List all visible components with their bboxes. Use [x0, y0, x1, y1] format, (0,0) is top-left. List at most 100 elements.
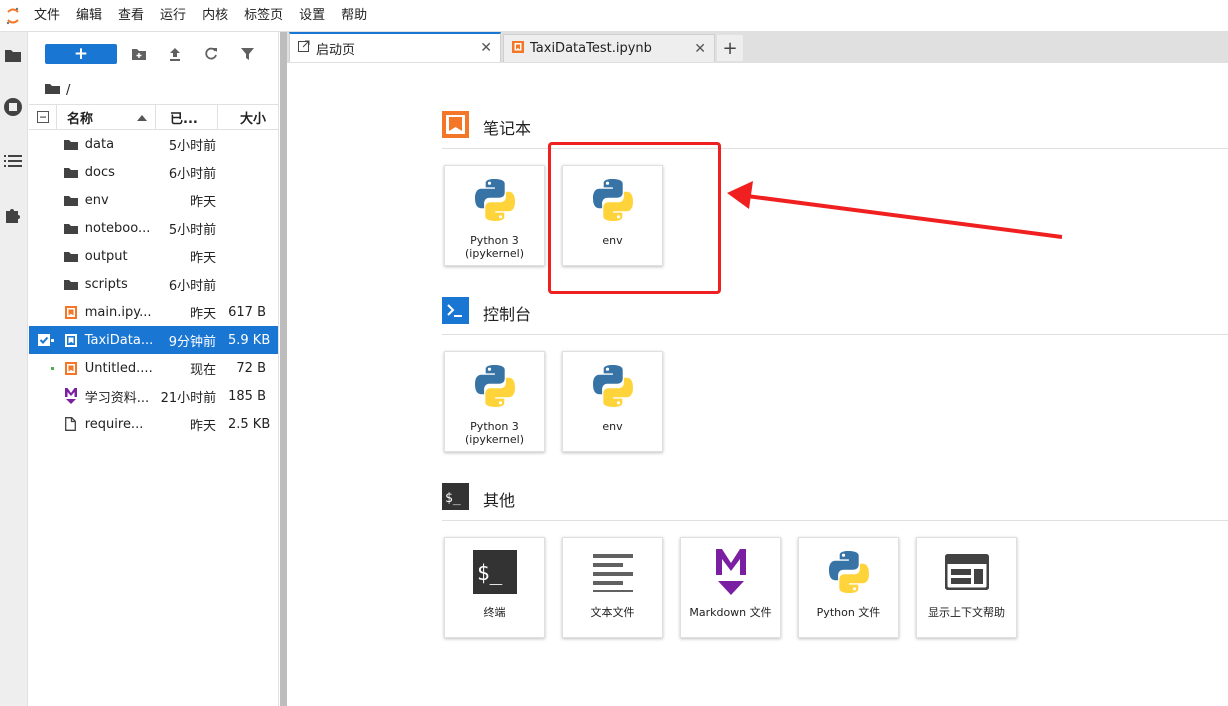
folder-icon[interactable]	[2, 44, 24, 66]
tab-bar: 启动页 ✕ TaxiDataTest.ipynb ✕ +	[287, 32, 1228, 62]
python-logo-icon	[591, 360, 635, 412]
file-name: output	[84, 248, 128, 264]
menu-file[interactable]: 文件	[26, 0, 68, 32]
terminal-section-icon: $_	[442, 483, 469, 514]
file-row[interactable]: noteboo... 5小时前	[29, 214, 278, 242]
panel-splitter[interactable]	[280, 32, 287, 706]
menu-run[interactable]: 运行	[152, 0, 194, 32]
column-header-modified[interactable]: 已...	[156, 104, 218, 130]
file-row[interactable]: env 昨天	[29, 186, 278, 214]
file-modified: 6小时前	[168, 278, 217, 294]
card-label: env	[602, 420, 623, 433]
extension-icon[interactable]	[2, 204, 24, 226]
column-header-size[interactable]: 大小	[218, 104, 278, 130]
section-notebook-title: 笔记本	[483, 118, 532, 138]
select-all-checkbox[interactable]	[29, 104, 57, 130]
toc-icon[interactable]	[2, 150, 24, 172]
home-folder-icon[interactable]	[45, 83, 60, 98]
card-label: 文本文件	[590, 606, 635, 619]
file-modified: 5小时前	[168, 138, 217, 154]
refresh-icon[interactable]	[193, 42, 229, 66]
file-modified: 昨天	[189, 418, 216, 434]
menu-kernel[interactable]: 内核	[194, 0, 236, 32]
upload-icon[interactable]	[157, 42, 193, 66]
card-label: Markdown 文件	[689, 606, 772, 619]
menu-help[interactable]: 帮助	[333, 0, 375, 32]
file-name: main.ipy...	[84, 304, 152, 320]
file-size: 5.9 KB	[228, 332, 271, 348]
file-row[interactable]: 学习资料... 21小时前 185 B	[29, 382, 278, 410]
file-row[interactable]: main.ipy... 昨天 617 B	[29, 298, 278, 326]
folder-icon	[59, 195, 83, 206]
annotation-highlight-box	[548, 142, 721, 294]
menu-bar: 文件 编辑 查看 运行 内核 标签页 设置 帮助	[0, 0, 1228, 32]
card-label: 终端	[483, 606, 506, 619]
section-divider	[442, 520, 1228, 521]
card-notebook-python3[interactable]: Python 3 (ipykernel)	[444, 165, 545, 266]
file-list-header: 名称 已... 大小	[29, 104, 278, 130]
file-modified: 昨天	[190, 250, 217, 266]
menu-view[interactable]: 查看	[110, 0, 152, 32]
file-row[interactable]: TaxiData... 9分钟前 5.9 KB	[29, 326, 278, 354]
tab-notebook-label: TaxiDataTest.ipynb	[530, 41, 652, 56]
card-markdown-file[interactable]: Markdown 文件	[680, 537, 781, 638]
file-modified: 昨天	[190, 194, 217, 210]
file-browser: + / 名称 已... 大小 data 5小时前 docs 6小时前 env 昨天 note…	[29, 32, 279, 706]
menu-settings[interactable]: 设置	[291, 0, 333, 32]
file-size: 185 B	[228, 388, 266, 404]
tab-launcher-label: 启动页	[316, 42, 356, 58]
close-icon[interactable]: ✕	[480, 40, 492, 56]
file-row[interactable]: docs 6小时前	[29, 158, 278, 186]
add-tab-button[interactable]: +	[717, 35, 743, 61]
row-checkbox[interactable]	[29, 334, 59, 346]
file-name: 学习资料...	[84, 390, 150, 406]
running-indicator-icon	[51, 339, 54, 342]
menu-edit[interactable]: 编辑	[68, 0, 110, 32]
close-icon[interactable]: ✕	[694, 41, 706, 57]
folder-icon	[59, 223, 83, 234]
filter-icon[interactable]	[229, 42, 265, 66]
card-console-python3[interactable]: Python 3 (ipykernel)	[444, 351, 545, 452]
column-header-name[interactable]: 名称	[57, 104, 156, 130]
new-launcher-button[interactable]: +	[45, 44, 117, 64]
card-context-help[interactable]: 显示上下文帮助	[916, 537, 1017, 638]
tab-launcher[interactable]: 启动页 ✕	[289, 32, 501, 62]
file-size: 72 B	[236, 360, 266, 376]
notebook-icon	[512, 40, 524, 57]
running-icon[interactable]	[2, 96, 24, 118]
svg-text:$_: $_	[445, 491, 461, 506]
running-indicator-icon	[51, 367, 54, 370]
markdown-icon	[714, 546, 748, 598]
folder-icon	[59, 251, 83, 262]
file-name: TaxiData...	[84, 332, 154, 348]
card-terminal[interactable]: $_ 终端	[444, 537, 545, 638]
file-size: 617 B	[228, 304, 266, 320]
file-row[interactable]: output 昨天	[29, 242, 278, 270]
terminal-icon: $_	[472, 546, 517, 598]
menu-tabs[interactable]: 标签页	[236, 0, 291, 32]
card-label: Python 3 (ipykernel)	[464, 420, 524, 446]
card-python-file[interactable]: Python 文件	[798, 537, 899, 638]
markdown-icon	[59, 388, 83, 404]
file-row[interactable]: Untitled.... 现在 72 B	[29, 354, 278, 382]
python-logo-icon	[827, 546, 871, 598]
file-list: data 5小时前 docs 6小时前 env 昨天 noteboo... 5小时前 outpu…	[29, 130, 278, 438]
file-row[interactable]: scripts 6小时前	[29, 270, 278, 298]
notebook-icon	[59, 361, 83, 375]
new-folder-icon[interactable]	[121, 42, 157, 66]
section-other-title: 其他	[483, 490, 516, 510]
column-name-label: 名称	[67, 111, 94, 127]
card-console-env[interactable]: env	[562, 351, 663, 452]
file-modified: 5小时前	[168, 222, 217, 238]
file-browser-toolbar: +	[29, 32, 278, 76]
section-console-title: 控制台	[483, 304, 532, 324]
file-row[interactable]: data 5小时前	[29, 130, 278, 158]
tab-notebook[interactable]: TaxiDataTest.ipynb ✕	[503, 34, 715, 62]
file-row[interactable]: require... 昨天 2.5 KB	[29, 410, 278, 438]
python-logo-icon	[473, 360, 517, 412]
file-name: Untitled....	[84, 360, 153, 376]
card-text-file[interactable]: 文本文件	[562, 537, 663, 638]
file-size: 2.5 KB	[228, 416, 271, 432]
breadcrumb-root[interactable]: /	[66, 83, 70, 98]
file-name: scripts	[84, 276, 128, 292]
